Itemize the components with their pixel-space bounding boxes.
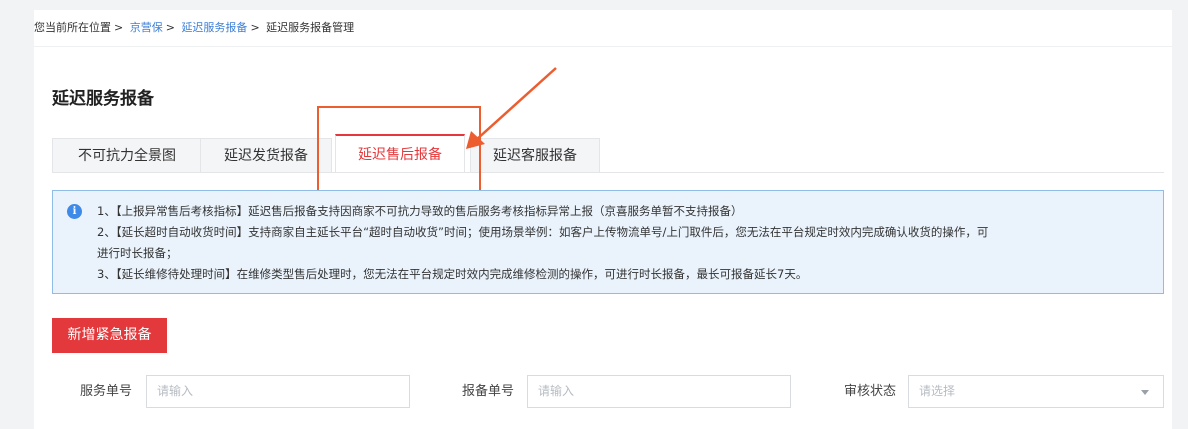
annotation-arrow-icon [466,67,557,149]
